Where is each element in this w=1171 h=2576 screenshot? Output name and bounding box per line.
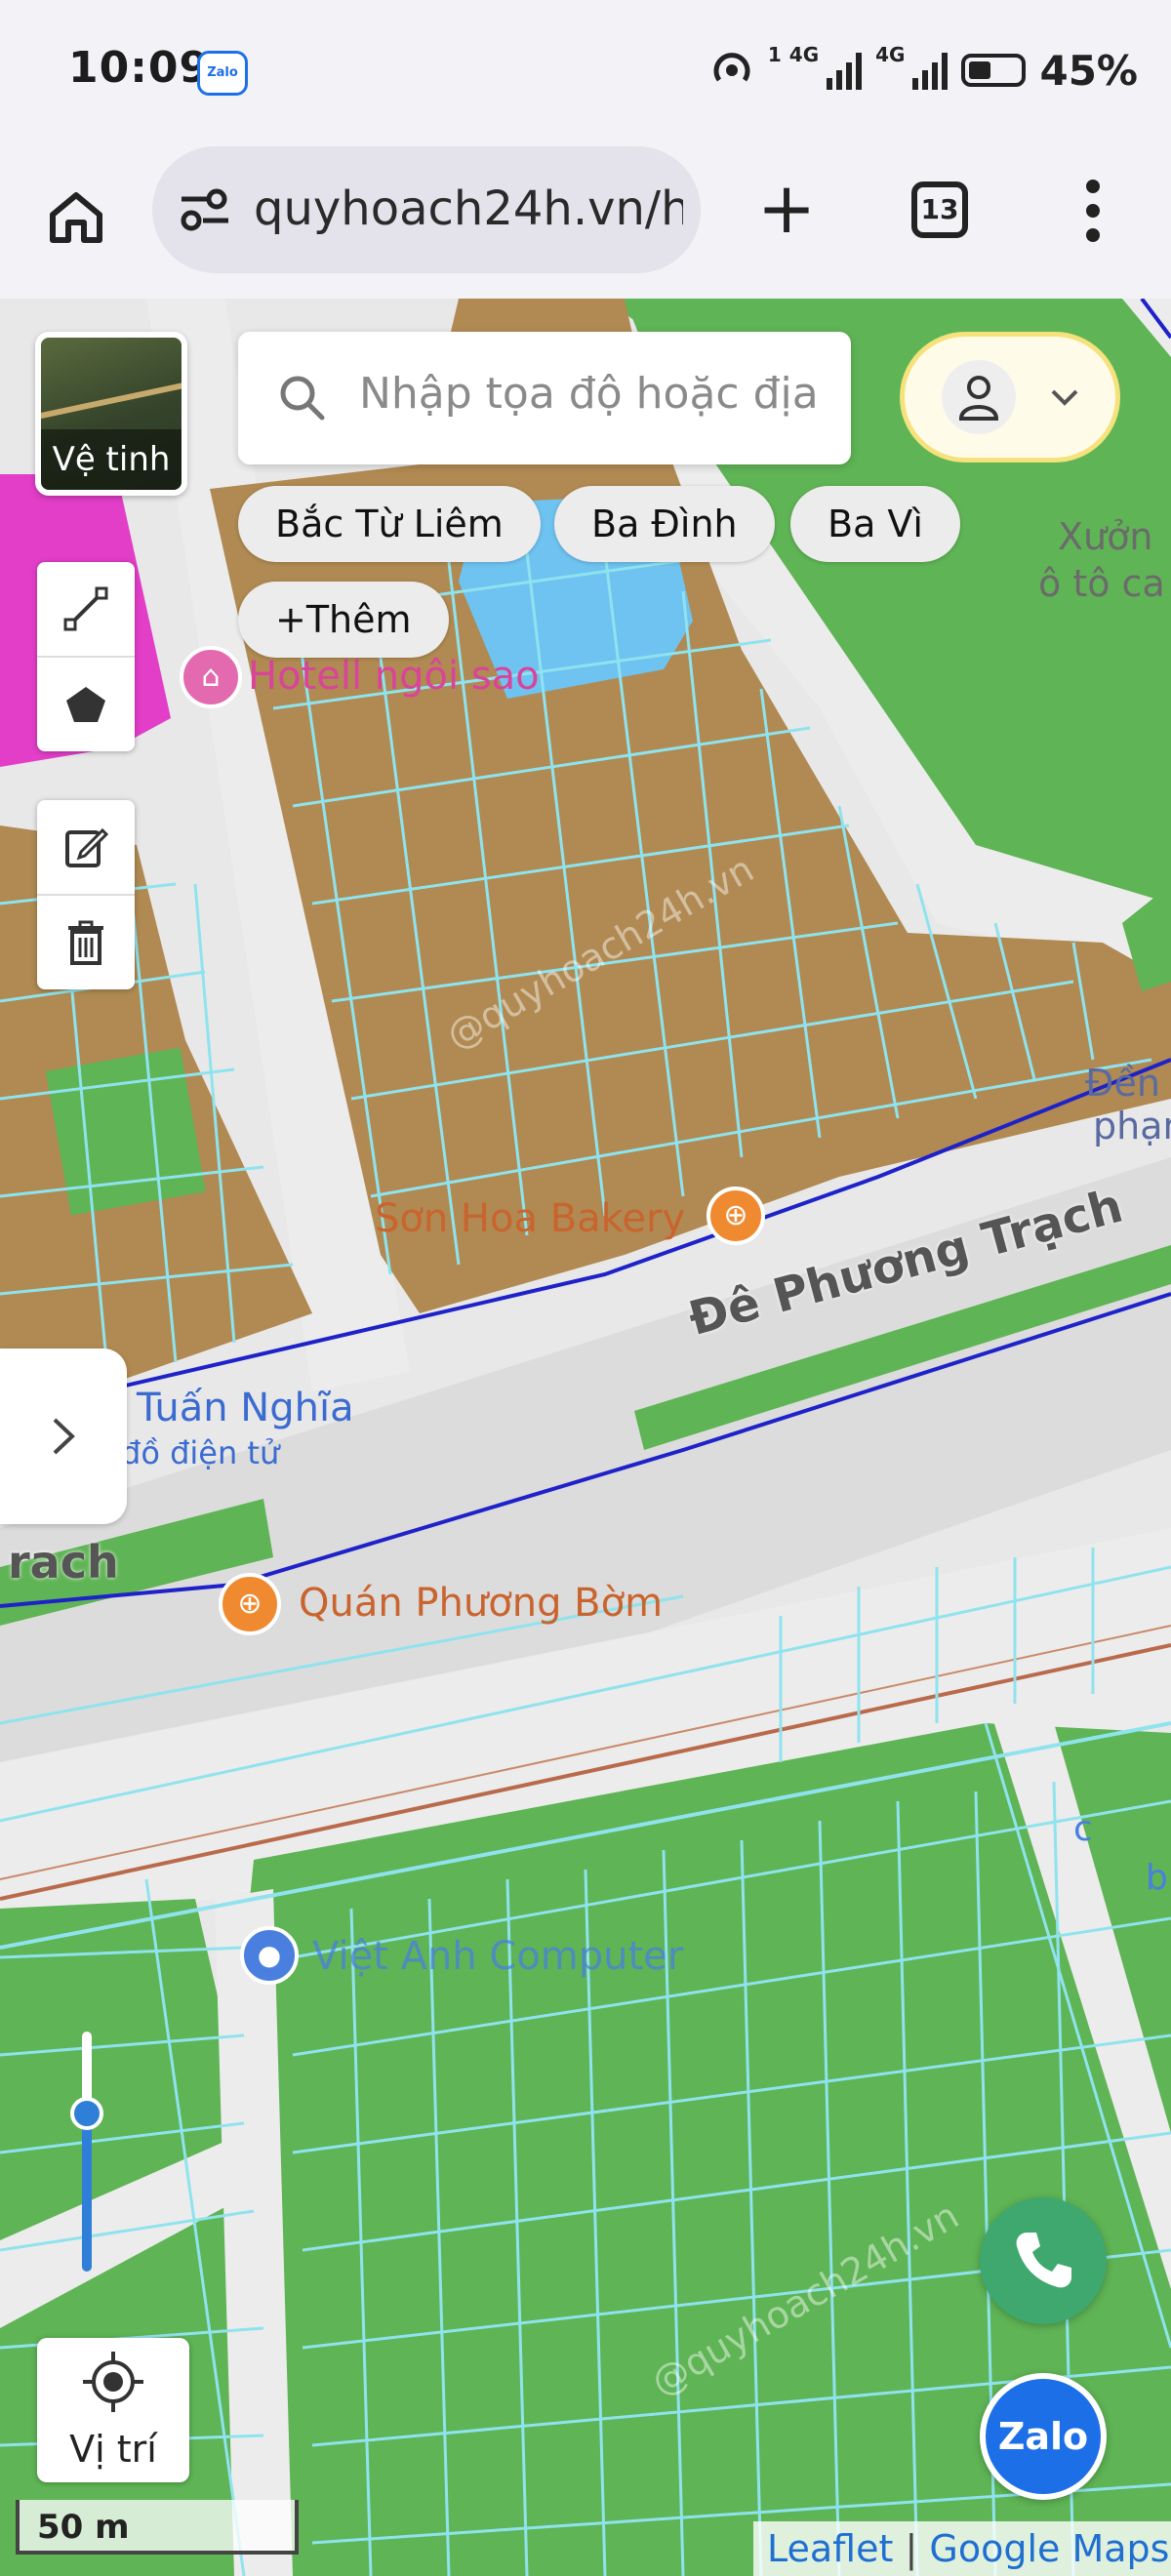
map-label-right-1: Đền (1085, 1062, 1160, 1105)
hotspot-icon (713, 53, 750, 82)
polyline-icon (63, 586, 108, 631)
search-icon (280, 376, 325, 421)
network-type-1: 4G (788, 43, 820, 66)
chip-bac-tu-liem[interactable]: Bắc Từ Liêm (238, 486, 541, 562)
locate-me-button[interactable]: Vị trí (37, 2338, 189, 2482)
network-type-2: 4G (875, 43, 906, 66)
hotel-poi-icon[interactable]: ⌂ (180, 646, 242, 708)
restaurant-poi-icon[interactable]: ⊕ (219, 1573, 281, 1635)
browser-toolbar: quyhoach24h.vn/h + 13 (0, 142, 1171, 299)
search-placeholder: Nhập tọa độ hoặc địa (359, 369, 819, 419)
leaflet-link[interactable]: Leaflet (767, 2527, 893, 2570)
google-maps-link[interactable]: Google Maps (929, 2527, 1169, 2570)
zoom-slider[interactable] (70, 2032, 103, 2272)
url-text[interactable]: quyhoach24h.vn/h (254, 181, 683, 236)
zalo-chat-button[interactable]: Zalo (980, 2373, 1107, 2500)
attribution-separator: | (905, 2527, 918, 2570)
zalo-icon: Zalo (986, 2379, 1101, 2494)
avatar (942, 360, 1016, 434)
draw-toolbar (37, 562, 135, 751)
draw-line-button[interactable] (37, 562, 135, 658)
scale-label: 50 m (37, 2508, 130, 2547)
map-label-garage-2: ô tô ca (1038, 562, 1165, 605)
plus-icon: + (756, 167, 817, 249)
chip-ba-vi[interactable]: Ba Vì (790, 486, 960, 562)
home-button[interactable] (37, 178, 115, 256)
chevron-down-icon (1051, 389, 1078, 406)
map-label-right-3: c (1073, 1809, 1093, 1849)
zoom-handle[interactable] (70, 2096, 103, 2130)
edit-toolbar (37, 800, 135, 989)
satellite-layer-button[interactable]: Vệ tinh (35, 332, 187, 496)
expand-panel-button[interactable] (0, 1348, 127, 1524)
new-tab-button[interactable]: + (747, 172, 826, 250)
map-attribution: Leaflet | Google Maps (753, 2521, 1171, 2576)
phone-icon (1016, 2233, 1071, 2288)
map-label-store-sub: đồ điện tử (121, 1434, 280, 1471)
locate-label: Vị trí (69, 2428, 157, 2471)
home-icon (50, 192, 102, 243)
chip-ba-dinh[interactable]: Ba Đình (554, 486, 775, 562)
map-label-store[interactable]: Tuấn Nghĩa (137, 1386, 354, 1430)
tab-switcher-button[interactable]: 13 (911, 181, 968, 238)
call-button[interactable] (980, 2197, 1107, 2324)
browser-menu-button[interactable] (1064, 172, 1122, 250)
map-search-input[interactable]: Nhập tọa độ hoặc địa (238, 332, 851, 464)
restaurant-poi-icon[interactable]: ⊕ (707, 1187, 765, 1245)
map-label-right-2: phạm (1093, 1105, 1171, 1147)
sim1-badge: 1 (767, 43, 782, 66)
status-bar: 10:09 Zalo 1 4G 4G 45% (0, 0, 1171, 142)
edit-icon (65, 827, 108, 867)
map-label-right-4: b (1146, 1858, 1168, 1898)
edit-shapes-button[interactable] (37, 800, 135, 896)
user-menu-button[interactable] (900, 332, 1120, 463)
crosshair-icon (83, 2352, 143, 2412)
chevron-right-icon (53, 1418, 75, 1455)
computer-poi-icon[interactable]: ● (240, 1926, 299, 1985)
map-view[interactable]: ⌂ Hotell ngôi sao Xưởn ô tô ca Đền phạm … (0, 299, 1171, 2576)
scale-bar: 50 m (16, 2500, 299, 2555)
map-label-restaurant[interactable]: Quán Phương Bờm (299, 1581, 663, 1626)
map-label-hotel[interactable]: Hotell ngôi sao (248, 654, 540, 699)
signal-1-icon (827, 51, 863, 90)
zoom-fill (82, 2113, 92, 2272)
map-label-computer[interactable]: Việt Anh Computer (312, 1934, 683, 1979)
delete-shapes-button[interactable] (37, 896, 135, 989)
satellite-layer-label: Vệ tinh (41, 429, 182, 490)
map-label-road-left: rach (8, 1536, 119, 1589)
chip-more[interactable]: +Thêm (238, 582, 449, 658)
polygon-icon (66, 687, 105, 722)
user-icon (958, 376, 999, 421)
draw-polygon-button[interactable] (37, 658, 135, 751)
green-zone (45, 1047, 206, 1216)
satellite-thumbnail (41, 378, 182, 421)
trash-icon (68, 920, 103, 965)
map-label-garage-1: Xưởn (1058, 515, 1153, 558)
battery-icon (961, 54, 1027, 87)
battery-percent: 45% (1039, 46, 1138, 95)
address-bar[interactable]: quyhoach24h.vn/h (152, 146, 701, 273)
map-label-bakery[interactable]: Sơn Hoa Bakery (375, 1196, 685, 1241)
tune-icon[interactable] (178, 187, 232, 232)
status-indicators: 1 4G 4G 45% (709, 43, 1138, 98)
zalo-notification-icon: Zalo (197, 51, 248, 96)
signal-2-icon (912, 51, 949, 90)
status-time: 10:09 (68, 43, 211, 93)
